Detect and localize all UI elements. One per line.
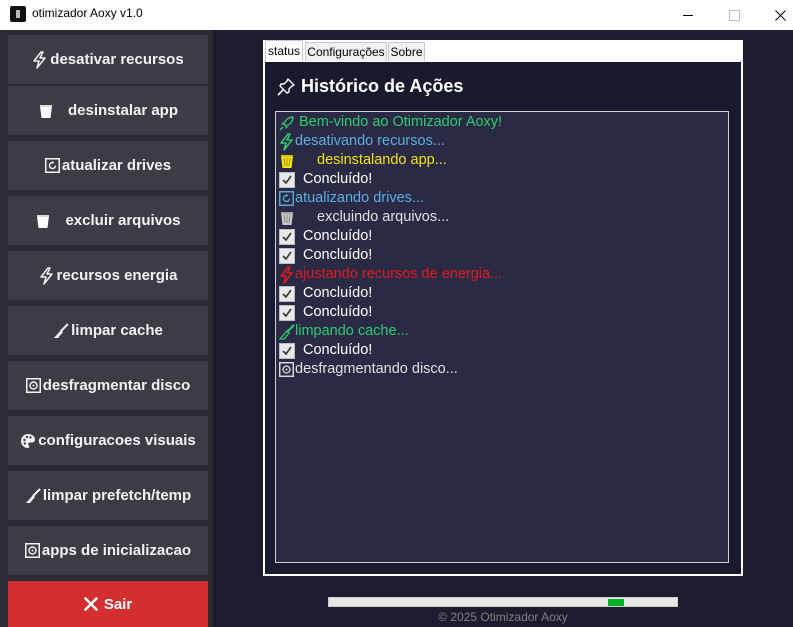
disk-icon <box>24 543 40 558</box>
notebook: status Configurações Sobre Histórico de … <box>263 40 743 576</box>
tab-sobre[interactable]: Sobre <box>388 42 425 61</box>
limpar-cache-button[interactable]: limpar cache <box>8 306 208 355</box>
history-log[interactable]: Bem-vindo ao Otimizador Aoxy! desativand… <box>275 111 729 563</box>
log-line: desfragmentando disco... <box>278 360 726 379</box>
minimize-icon <box>683 14 693 16</box>
log-line: Bem-vindo ao Otimizador Aoxy! <box>278 113 726 132</box>
disk-icon <box>25 378 41 393</box>
log-line: Concluído! <box>278 227 726 246</box>
lightning-icon <box>278 132 295 151</box>
check-icon <box>278 228 295 245</box>
title-bar: otimizador Aoxy v1.0 <box>0 0 793 30</box>
recursos-energia-button[interactable]: recursos energia <box>8 251 208 300</box>
check-icon <box>278 285 295 302</box>
progress-bar <box>328 597 678 607</box>
desinstalar-app-button[interactable]: desinstalar app <box>8 86 208 135</box>
configuracoes-visuais-button[interactable]: configuracoes visuais <box>8 416 208 465</box>
limpar-cache-label: limpar cache <box>71 322 163 339</box>
history-title-text: Histórico de Ações <box>301 76 464 96</box>
apps-de-inicializacao-label: apps de inicializacao <box>41 542 192 559</box>
log-text: excluindo arquivos... <box>317 209 450 225</box>
copyright-text: © 2025 Otimizador Aoxy <box>438 610 568 624</box>
maximize-icon <box>728 9 740 21</box>
window-title: otimizador Aoxy v1.0 <box>32 6 143 20</box>
broom-icon <box>25 487 41 504</box>
app-icon <box>10 6 26 22</box>
lightning-icon <box>39 266 55 285</box>
maximize-button[interactable] <box>711 0 757 30</box>
log-line: limpando cache... <box>278 322 726 341</box>
progress-indicator <box>608 599 624 606</box>
exit-button[interactable]: Sair <box>8 581 208 627</box>
log-text: Concluído! <box>303 171 373 187</box>
desfragmentar-disco-button[interactable]: desfragmentar disco <box>8 361 208 410</box>
close-icon <box>774 9 786 21</box>
excluir-arquivos-button[interactable]: excluir arquivos <box>8 196 208 245</box>
limpar-prefetch-temp-label: limpar prefetch/temp <box>42 487 192 504</box>
desinstalar-app-label: desinstalar app <box>67 102 179 119</box>
limpar-prefetch-temp-button[interactable]: limpar prefetch/temp <box>8 471 208 520</box>
exit-label: Sair <box>103 595 133 613</box>
trash-icon <box>278 152 295 169</box>
log-line: desinstalando app... <box>278 151 726 170</box>
log-line: Concluído! <box>278 341 726 360</box>
tab-configuracoes[interactable]: Configurações <box>305 42 387 61</box>
log-text: desinstalando app... <box>317 152 447 168</box>
log-text: Bem-vindo ao Otimizador Aoxy! <box>299 114 503 130</box>
configuracoes-visuais-label: configuracoes visuais <box>38 432 196 449</box>
desfragmentar-disco-label: desfragmentar disco <box>42 377 191 394</box>
x-icon <box>84 597 98 611</box>
log-line: desativando recursos... <box>278 132 726 151</box>
apps-de-inicializacao-button[interactable]: apps de inicializacao <box>8 526 208 575</box>
refresh-icon <box>44 158 60 173</box>
status-panel: Histórico de Ações Bem-vindo ao Otimizad… <box>265 62 741 574</box>
check-icon <box>278 247 295 264</box>
log-line: Concluído! <box>278 284 726 303</box>
log-line: Concluído! <box>278 246 726 265</box>
log-text: Concluído! <box>303 247 373 263</box>
minimize-button[interactable] <box>665 0 711 30</box>
disk-icon <box>278 361 295 378</box>
log-line: atualizando drives... <box>278 189 726 208</box>
close-button[interactable] <box>757 0 793 30</box>
recursos-energia-label: recursos energia <box>56 267 178 284</box>
history-title: Histórico de Ações <box>277 76 463 97</box>
log-line: Concluído! <box>278 170 726 189</box>
log-text: Concluído! <box>303 304 373 320</box>
atualizar-drives-button[interactable]: atualizar drives <box>8 141 208 190</box>
log-line: Concluído! <box>278 303 726 322</box>
pin-icon <box>277 77 295 96</box>
rocket-icon <box>278 114 295 131</box>
broom-icon <box>53 322 69 339</box>
log-text: desativando recursos... <box>295 133 445 149</box>
check-icon <box>278 171 295 188</box>
log-text: Concluído! <box>303 342 373 358</box>
main-area: status Configurações Sobre Histórico de … <box>213 30 793 627</box>
log-text: ajustando recursos de energia... <box>295 266 503 282</box>
tab-status[interactable]: status <box>265 40 303 61</box>
broom-icon <box>278 323 295 340</box>
log-line: excluindo arquivos... <box>278 208 726 227</box>
palette-icon <box>20 433 36 449</box>
sidebar: desativar recursos desinstalar app atual… <box>0 30 213 627</box>
trash-icon <box>278 209 295 226</box>
log-text: Concluído! <box>303 228 373 244</box>
check-icon <box>278 342 295 359</box>
excluir-arquivos-label: excluir arquivos <box>65 212 181 229</box>
log-text: desfragmentando disco... <box>295 361 458 377</box>
trash-icon <box>35 213 51 229</box>
refresh-icon <box>278 190 295 207</box>
atualizar-drives-label: atualizar drives <box>61 157 172 174</box>
check-icon <box>278 304 295 321</box>
trash-icon <box>38 103 54 119</box>
log-text: atualizando drives... <box>295 190 424 206</box>
log-text: Concluído! <box>303 285 373 301</box>
log-text: limpando cache... <box>295 323 409 339</box>
desativar-recursos-button[interactable]: desativar recursos <box>8 35 208 84</box>
log-line: ajustando recursos de energia... <box>278 265 726 284</box>
lightning-icon <box>278 265 295 284</box>
desativar-recursos-label: desativar recursos <box>50 51 184 68</box>
lightning-icon <box>32 50 48 69</box>
